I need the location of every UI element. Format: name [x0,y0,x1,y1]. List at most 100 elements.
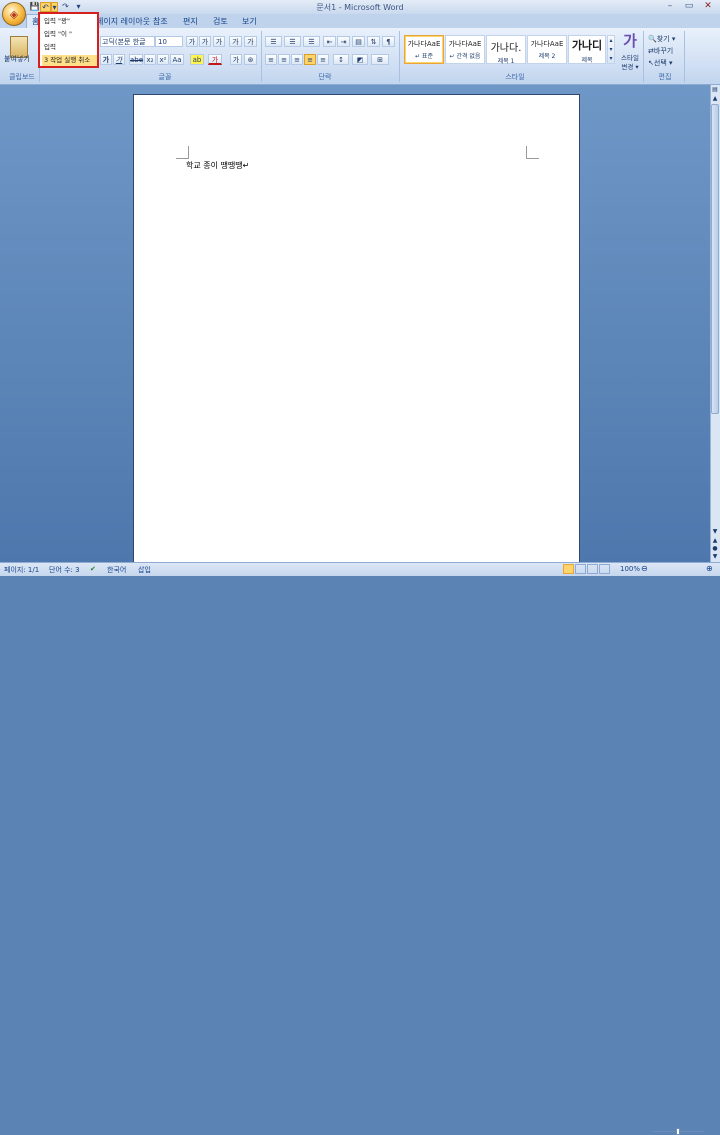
justify-button[interactable]: ≡ [304,54,316,65]
zoom-slider-thumb[interactable] [676,1128,680,1135]
line-spacing-button[interactable]: ↕ [333,54,349,65]
customize-qat-icon[interactable]: ▾ [73,2,84,12]
superscript-button[interactable]: x² [157,54,169,65]
align-center-button[interactable]: ≡ [278,54,290,65]
font-color-button[interactable]: 가 [208,54,222,65]
increase-indent-button[interactable]: ⇥ [337,36,350,47]
change-styles-icon[interactable]: 가 [618,30,642,51]
bold-button[interactable]: 가 [100,54,112,65]
style-heading-2[interactable]: 가나다AaE 제목 2 [527,35,567,64]
font-size-select[interactable]: 10 [155,36,183,47]
char-border-button[interactable]: 가 [244,36,257,47]
undo-dropdown-arrow[interactable]: ▾ [51,2,58,12]
zoom-in-icon[interactable]: ⊕ [706,564,713,573]
font-name-select[interactable]: 고딕(본문 한글 [100,36,155,47]
bullets-icon: ☰ [270,38,277,46]
print-layout-icon[interactable] [563,564,574,574]
bullets-button[interactable]: ☰ [265,36,282,47]
line-spacing-icon: ↕ [338,56,344,64]
justify-icon: ≡ [307,56,313,64]
grow-font-button[interactable]: 가 [186,36,198,47]
style-title[interactable]: 가나디 제목 [568,35,606,64]
office-button[interactable]: ◈ [2,2,26,26]
tab-view[interactable]: 보기 [242,16,257,27]
find-icon: 🔍 [648,35,657,43]
underline-button[interactable]: 가 [113,54,125,65]
subscript-button[interactable]: x₂ [144,54,156,65]
multilevel-list-button[interactable]: ☰ [303,36,320,47]
shading-button[interactable]: ◩ [352,54,368,65]
undo-dropdown-menu: 입력 "꽝" 입력 "이 " 입력 3 작업 실행 취소 [38,12,99,68]
align-left-button[interactable]: ≡ [265,54,277,65]
undo-item-1[interactable]: 입력 "꽝" [42,16,97,27]
numbering-icon: ☰ [289,38,296,46]
change-case-button[interactable]: Aa [170,54,184,65]
status-page[interactable]: 페이지: 1/1 [4,565,39,575]
show-marks-button[interactable]: ¶ [382,36,395,47]
multilevel-list-icon: ☰ [308,38,315,46]
tab-page-layout[interactable]: 페이지 레이아웃 [96,16,150,27]
zoom-level[interactable]: 100% [620,565,640,573]
decrease-indent-button[interactable]: ⇤ [323,36,336,47]
browse-object-icon[interactable]: ● [711,545,719,553]
styles-group-label: 스타일 [505,73,525,81]
full-screen-icon[interactable] [575,564,586,574]
replace-button[interactable]: ⇄바꾸기 [648,46,673,56]
status-word-count[interactable]: 단어 수: 3 [49,565,80,575]
prev-page-icon[interactable]: ▲ [711,537,719,545]
enclose-chars-button[interactable]: ⊛ [244,54,257,65]
asian-layout-button[interactable]: ▤ [352,36,365,47]
numbering-button[interactable]: ☰ [284,36,301,47]
distribute-icon: ≡ [320,56,326,64]
undo-item-3[interactable]: 입력 [42,42,97,53]
close-button[interactable]: ✕ [699,1,717,12]
phonetic-guide-button[interactable]: 가 [229,36,242,47]
distribute-button[interactable]: ≡ [317,54,329,65]
find-button[interactable]: 🔍찾기 ▾ [648,34,675,44]
undo-button[interactable]: ↶ [40,2,51,12]
maximize-button[interactable]: ▭ [680,1,698,12]
char-shading-button[interactable]: 가 [230,54,242,65]
style-normal[interactable]: 가나다AaE ↵ 표준 [404,35,444,64]
save-icon[interactable]: 💾 [29,2,40,12]
tab-review[interactable]: 검토 [213,16,228,27]
select-button[interactable]: ↖선택 ▾ [648,58,673,68]
status-insert-mode[interactable]: 삽입 [138,565,151,575]
styles-scroll[interactable]: ▴ ▾ ▾ [607,35,615,64]
borders-button[interactable]: ⊞ [371,54,389,65]
status-language[interactable]: 한국어 [107,565,126,575]
scroll-up-icon[interactable]: ▲ [711,95,719,103]
undo-icon: ↶ [42,3,49,12]
ruler-toggle-icon[interactable]: ▤ [711,86,719,94]
tab-mailings[interactable]: 편지 [183,16,198,27]
style-no-spacing[interactable]: 가나다AaE ↵ 간격 없음 [445,35,485,64]
clear-format-button[interactable]: 가 [213,36,225,47]
next-page-icon[interactable]: ▼ [711,553,719,561]
editing-group-label: 편집 [658,73,672,81]
align-right-button[interactable]: ≡ [291,54,303,65]
change-styles-label-2[interactable]: 변경 ▾ [616,61,644,71]
highlight-button[interactable]: ab [190,54,204,65]
minimize-button[interactable]: – [661,1,679,12]
redo-icon[interactable]: ↷ [60,2,71,12]
web-layout-icon[interactable] [587,564,598,574]
paste-label[interactable]: 붙여넣기 [4,54,30,64]
style-heading-1[interactable]: 가나다. 제목 1 [486,35,526,65]
tab-references[interactable]: 참조 [153,16,168,27]
borders-icon: ⊞ [377,56,383,64]
window-title: 문서1 - Microsoft Word [316,3,404,12]
decrease-indent-icon: ⇤ [326,38,333,46]
sort-button[interactable]: ⇅ [367,36,380,47]
outline-icon[interactable] [599,564,610,574]
document-text[interactable]: 학교 종이 땡땡땡↵ [186,160,249,171]
asian-layout-icon: ▤ [355,38,362,46]
strikethrough-button[interactable]: abe [129,54,143,65]
undo-summary[interactable]: 3 작업 실행 취소 [42,55,97,66]
undo-item-2[interactable]: 입력 "이 " [42,29,97,40]
zoom-out-icon[interactable]: ⊖ [641,564,648,573]
scroll-down-icon[interactable]: ▼ [711,528,719,536]
scroll-thumb[interactable] [711,104,719,414]
shrink-font-button[interactable]: 가 [199,36,211,47]
proofing-icon[interactable]: ✔ [90,565,96,573]
font-group-label: 글꼴 [158,73,172,81]
